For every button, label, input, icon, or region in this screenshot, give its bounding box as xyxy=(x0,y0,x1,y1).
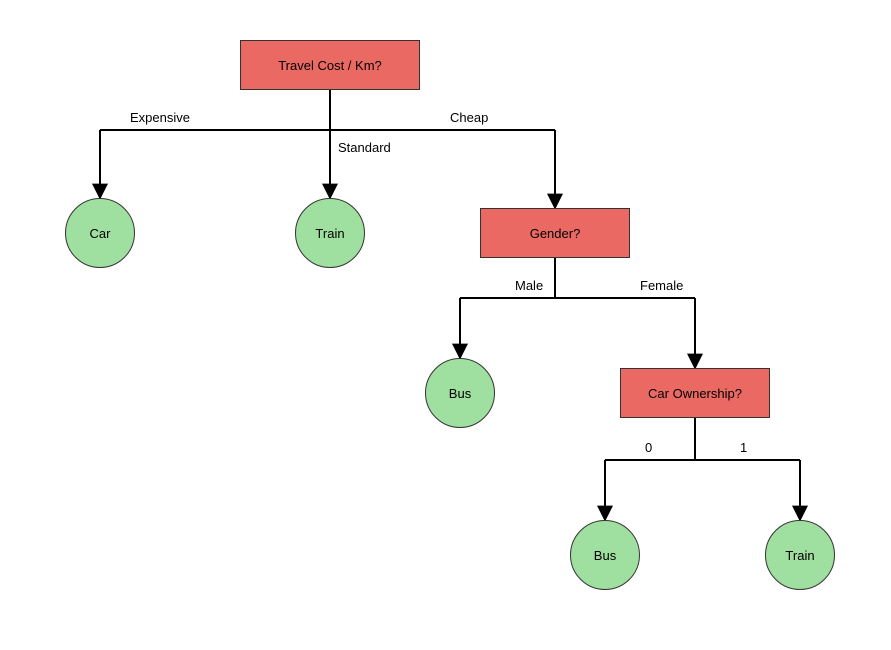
decision-node-gender: Gender? xyxy=(480,208,630,258)
decision-node-label: Gender? xyxy=(530,226,581,241)
leaf-node-label: Car xyxy=(90,226,111,241)
edge-label-cheap: Cheap xyxy=(450,110,488,125)
tree-connectors xyxy=(0,0,891,650)
leaf-node-train: Train xyxy=(765,520,835,590)
leaf-node-train: Train xyxy=(295,198,365,268)
edge-label-one: 1 xyxy=(740,440,747,455)
edge-label-standard: Standard xyxy=(338,140,391,155)
leaf-node-bus: Bus xyxy=(570,520,640,590)
leaf-node-bus: Bus xyxy=(425,358,495,428)
edge-label-zero: 0 xyxy=(645,440,652,455)
edge-label-expensive: Expensive xyxy=(130,110,190,125)
leaf-node-label: Train xyxy=(315,226,344,241)
edge-label-female: Female xyxy=(640,278,683,293)
decision-node-label: Car Ownership? xyxy=(648,386,742,401)
decision-node-label: Travel Cost / Km? xyxy=(278,58,382,73)
leaf-node-car: Car xyxy=(65,198,135,268)
decision-node-travel-cost: Travel Cost / Km? xyxy=(240,40,420,90)
decision-node-car-ownership: Car Ownership? xyxy=(620,368,770,418)
edge-label-male: Male xyxy=(515,278,543,293)
leaf-node-label: Bus xyxy=(594,548,616,563)
leaf-node-label: Bus xyxy=(449,386,471,401)
leaf-node-label: Train xyxy=(785,548,814,563)
